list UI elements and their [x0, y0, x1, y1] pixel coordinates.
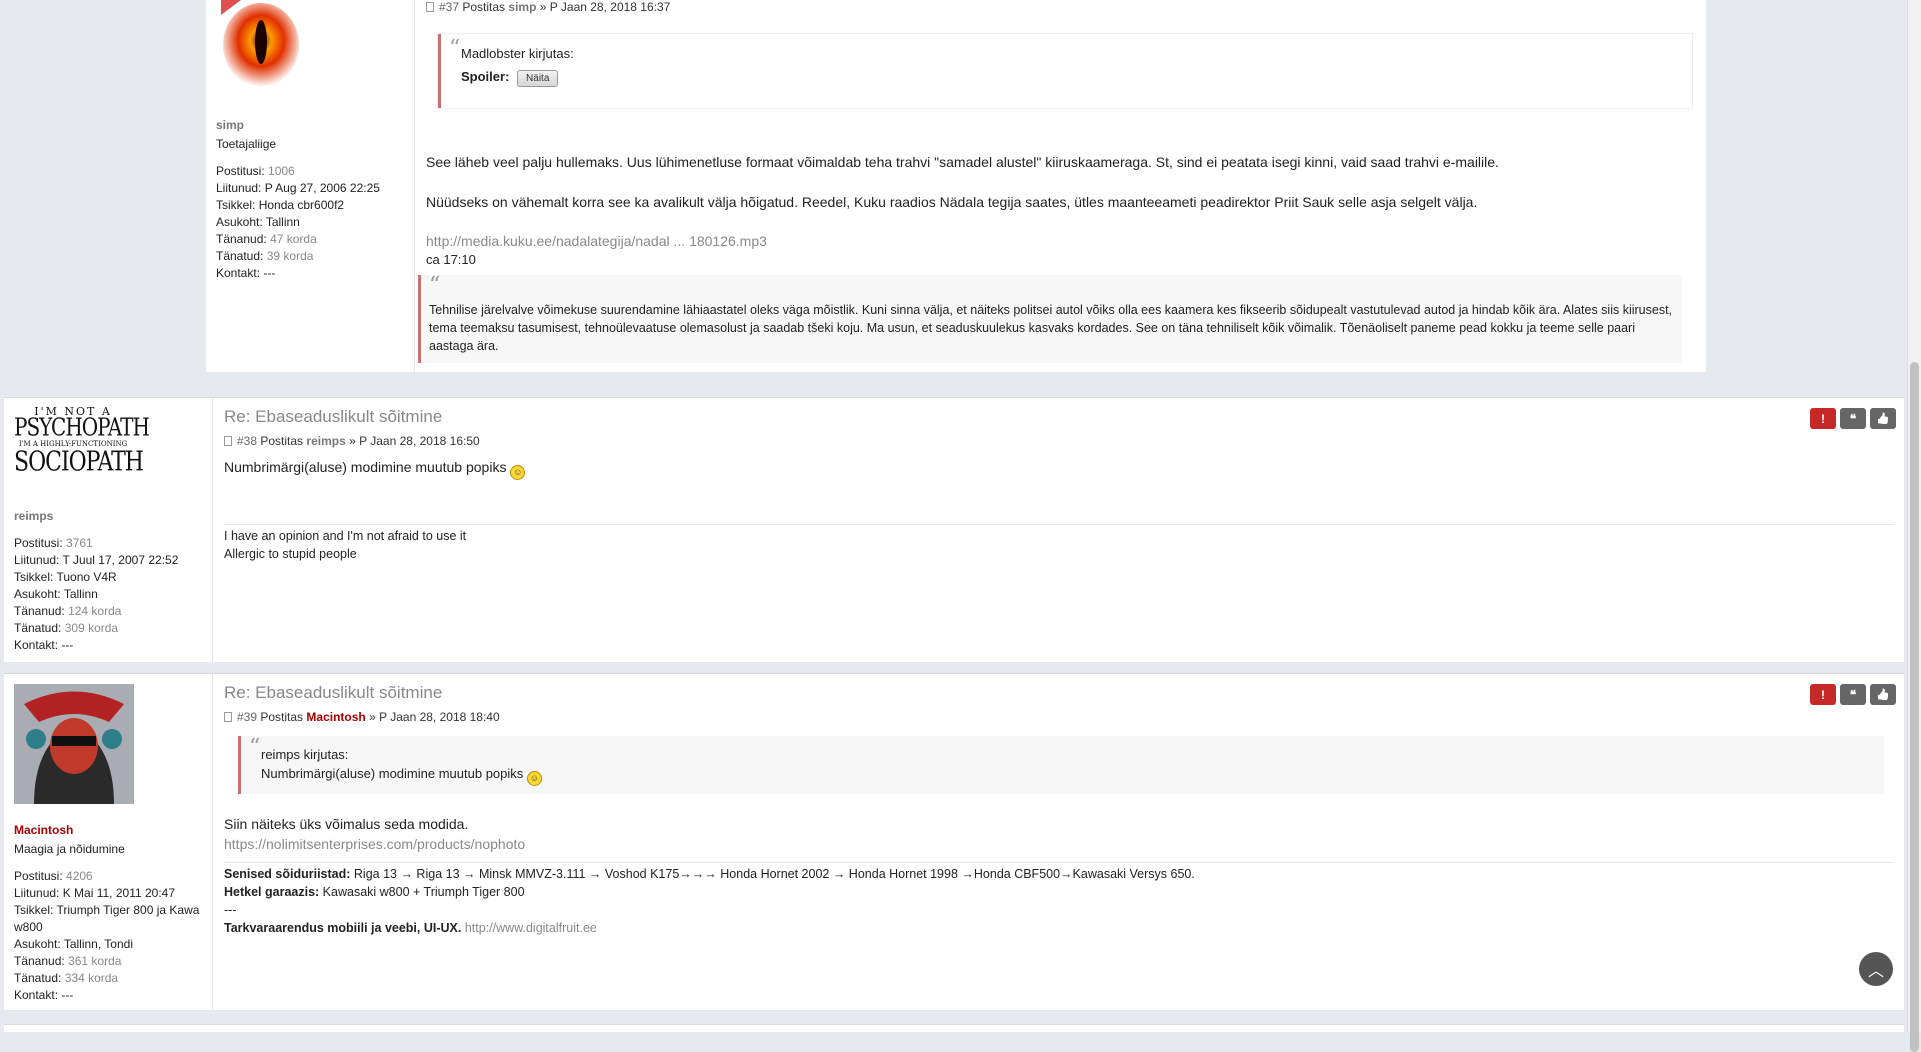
quote-author: Madlobster kirjutas:: [461, 46, 574, 61]
post-text: Numbrimärgi(aluse) modimine muutub popik…: [224, 457, 1894, 480]
user-stats: Postitusi: 3761 Liitunud: T Juul 17, 200…: [14, 536, 179, 652]
posts-count[interactable]: 4206: [66, 869, 93, 883]
avatar[interactable]: [14, 684, 134, 804]
username[interactable]: reimps: [14, 508, 209, 525]
back-to-top-button[interactable]: ︿: [1859, 952, 1893, 986]
smiley-icon: ☺: [526, 771, 542, 786]
avatar[interactable]: I'M NOT A PSYCHOPATH I'M A HIGHLY-FUNCTI…: [14, 406, 150, 489]
avatar[interactable]: [216, 0, 302, 95]
post-meta: #39 Postitas Macintosh » P Jaan 28, 2018…: [224, 710, 1894, 724]
signature: I have an opinion and I'm not afraid to …: [224, 524, 1894, 563]
quote-block: “ Madlobster kirjutas: Spoiler: Näita: [438, 34, 1692, 108]
post-number[interactable]: #39: [237, 710, 257, 724]
website-link[interactable]: http://www.digitalfruit.ee: [465, 921, 597, 935]
post-icon[interactable]: [224, 436, 232, 446]
username[interactable]: simp: [216, 117, 406, 134]
post-number[interactable]: #37: [439, 0, 459, 14]
signature: Senised sõiduriistad: Riga 13 → Riga 13 …: [224, 862, 1894, 937]
post-author[interactable]: Macintosh: [306, 710, 365, 724]
paragraph: See läheb veel palju hullemaks. Uus lühi…: [426, 154, 1499, 170]
quote-block: “ Tehnilise järelvalve võimekuse suurend…: [418, 275, 1682, 363]
post-author[interactable]: reimps: [306, 434, 345, 448]
profile-divider: [212, 674, 213, 1010]
post-author[interactable]: simp: [508, 0, 536, 14]
profile-simp: simp Toetajaliige Postitusi: 1006 Liitun…: [216, 117, 406, 282]
post-39: Macintosh Maagia ja nõidumine Postitusi:…: [4, 673, 1904, 1010]
user-rank: Toetajaliige: [216, 137, 277, 151]
scrollbar[interactable]: [1907, 0, 1921, 1052]
profile-divider: [414, 0, 415, 372]
profile-divider: [212, 398, 213, 662]
post-body: #37 Postitas simp » P Jaan 28, 2018 16:3…: [418, 0, 1692, 363]
spoiler-show-button[interactable]: Näita: [517, 70, 559, 87]
quote-text: Tehnilise järelvalve võimekuse suurendam…: [429, 303, 1673, 353]
quote-block: “ reimps kirjutas: Numbrimärgi(aluse) mo…: [238, 736, 1884, 794]
audio-link[interactable]: http://media.kuku.ee/nadalategija/nadal …: [426, 231, 1690, 251]
scrollbar-thumb[interactable]: [1910, 362, 1919, 1052]
quote-text: Numbrimärgi(aluse) modimine muutub popik…: [261, 766, 524, 781]
post-38: I'M NOT A PSYCHOPATH I'M A HIGHLY-FUNCTI…: [4, 397, 1904, 662]
posts-count[interactable]: 1006: [268, 164, 295, 178]
quote-icon: “: [449, 36, 461, 61]
time-note: ca 17:10: [426, 252, 476, 267]
profile-macintosh: Macintosh Maagia ja nõidumine Postitusi:…: [14, 822, 214, 1004]
post-meta: #38 Postitas reimps » P Jaan 28, 2018 16…: [224, 434, 1894, 448]
post-number[interactable]: #38: [237, 434, 257, 448]
username[interactable]: Macintosh: [14, 822, 214, 839]
post-text: See läheb veel palju hullemaks. Uus lühi…: [426, 152, 1690, 269]
post-meta: #37 Postitas simp » P Jaan 28, 2018 16:3…: [426, 0, 1690, 14]
product-link[interactable]: https://nolimitsenterprises.com/products…: [224, 834, 1894, 854]
user-stats: Postitusi: 4206 Liitunud: K Mai 11, 2011…: [14, 869, 200, 1002]
post-body: Re: Ebaseaduslikult sõitmine #38 Postita…: [224, 406, 1894, 563]
user-stats: Postitusi: 1006 Liitunud: P Aug 27, 2006…: [216, 164, 380, 280]
post-37: simp Toetajaliige Postitusi: 1006 Liitun…: [206, 0, 1706, 372]
smiley-icon: ☺: [510, 465, 526, 480]
quote-author: reimps kirjutas:: [261, 747, 349, 762]
post-title[interactable]: Re: Ebaseaduslikult sõitmine: [224, 682, 1894, 704]
post-title[interactable]: Re: Ebaseaduslikult sõitmine: [224, 406, 1894, 428]
user-rank: Maagia ja nõidumine: [14, 842, 125, 856]
post-40-edge: [4, 1024, 1904, 1032]
chevron-up-icon: ︿: [1867, 963, 1884, 980]
quote-icon: “: [429, 273, 441, 298]
profile-reimps: reimps Postitusi: 3761 Liitunud: T Juul …: [14, 508, 209, 654]
paragraph: Nüüdseks on vähemalt korra see ka avalik…: [426, 194, 1478, 210]
posts-count[interactable]: 3761: [66, 536, 93, 550]
spoiler-label: Spoiler:: [461, 69, 510, 84]
post-body: Re: Ebaseaduslikult sõitmine #39 Postita…: [224, 682, 1894, 937]
quote-icon: “: [249, 735, 261, 760]
post-icon[interactable]: [224, 712, 232, 722]
post-icon[interactable]: [426, 2, 434, 12]
post-text: Siin näiteks üks võimalus seda modida. h…: [224, 814, 1894, 854]
